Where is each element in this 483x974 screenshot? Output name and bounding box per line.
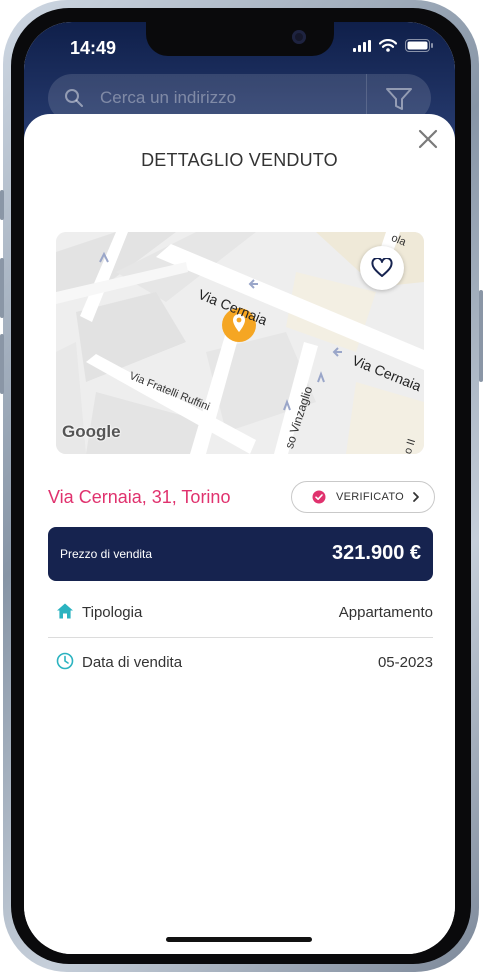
close-icon[interactable]	[417, 128, 439, 150]
camera	[292, 30, 306, 44]
phone-volume-up	[0, 258, 4, 318]
detail-label: Tipologia	[82, 604, 143, 621]
detail-row-sale-date: Data di vendita 05-2023	[48, 640, 433, 686]
divider	[48, 637, 433, 638]
filter-icon[interactable]	[385, 86, 413, 112]
phone-volume-down	[0, 334, 4, 394]
sale-price-value: 321.900 €	[332, 542, 421, 564]
verified-label: VERIFICATO	[336, 491, 404, 503]
location-map[interactable]: Via Cernaia Via Cernaia Via Fratelli Ruf…	[56, 232, 424, 454]
verified-badge-icon	[312, 490, 326, 504]
property-address: Via Cernaia, 31, Torino	[48, 487, 231, 507]
home-indicator[interactable]	[166, 937, 312, 942]
detail-label: Data di vendita	[82, 654, 183, 671]
sale-price-card: Prezzo di vendita 321.900 €	[48, 527, 433, 581]
verified-button[interactable]: VERIFICATO	[291, 481, 435, 513]
page-title: DETTAGLIO VENDUTO	[141, 150, 338, 170]
notch	[146, 22, 334, 56]
wifi-icon	[379, 39, 397, 52]
detail-row-type: Tipologia Appartamento	[48, 590, 433, 636]
phone-side-button	[0, 190, 4, 220]
battery-icon	[405, 39, 433, 52]
screen: 14:49 Cerca un indirizzo DETTAGLIO VENDU…	[24, 22, 455, 954]
detail-sheet: DETTAGLIO VENDUTO Via Cernaia Via Cernai…	[24, 114, 455, 954]
detail-value: 05-2023	[377, 654, 433, 671]
sale-price-label: Prezzo di vendita	[60, 547, 153, 561]
status-time: 14:49	[70, 38, 117, 58]
favorite-button[interactable]	[360, 246, 404, 290]
clock-icon	[56, 652, 74, 670]
detail-value: Appartamento	[338, 604, 433, 621]
home-icon	[57, 603, 73, 619]
search-input[interactable]: Cerca un indirizzo	[100, 88, 236, 108]
status-icons	[353, 39, 433, 52]
google-logo: Google	[62, 422, 121, 441]
phone-power-button	[479, 290, 483, 382]
chevron-right-icon	[413, 492, 419, 502]
heart-icon	[371, 258, 393, 277]
search-icon	[65, 89, 83, 107]
signal-icon	[353, 39, 371, 52]
